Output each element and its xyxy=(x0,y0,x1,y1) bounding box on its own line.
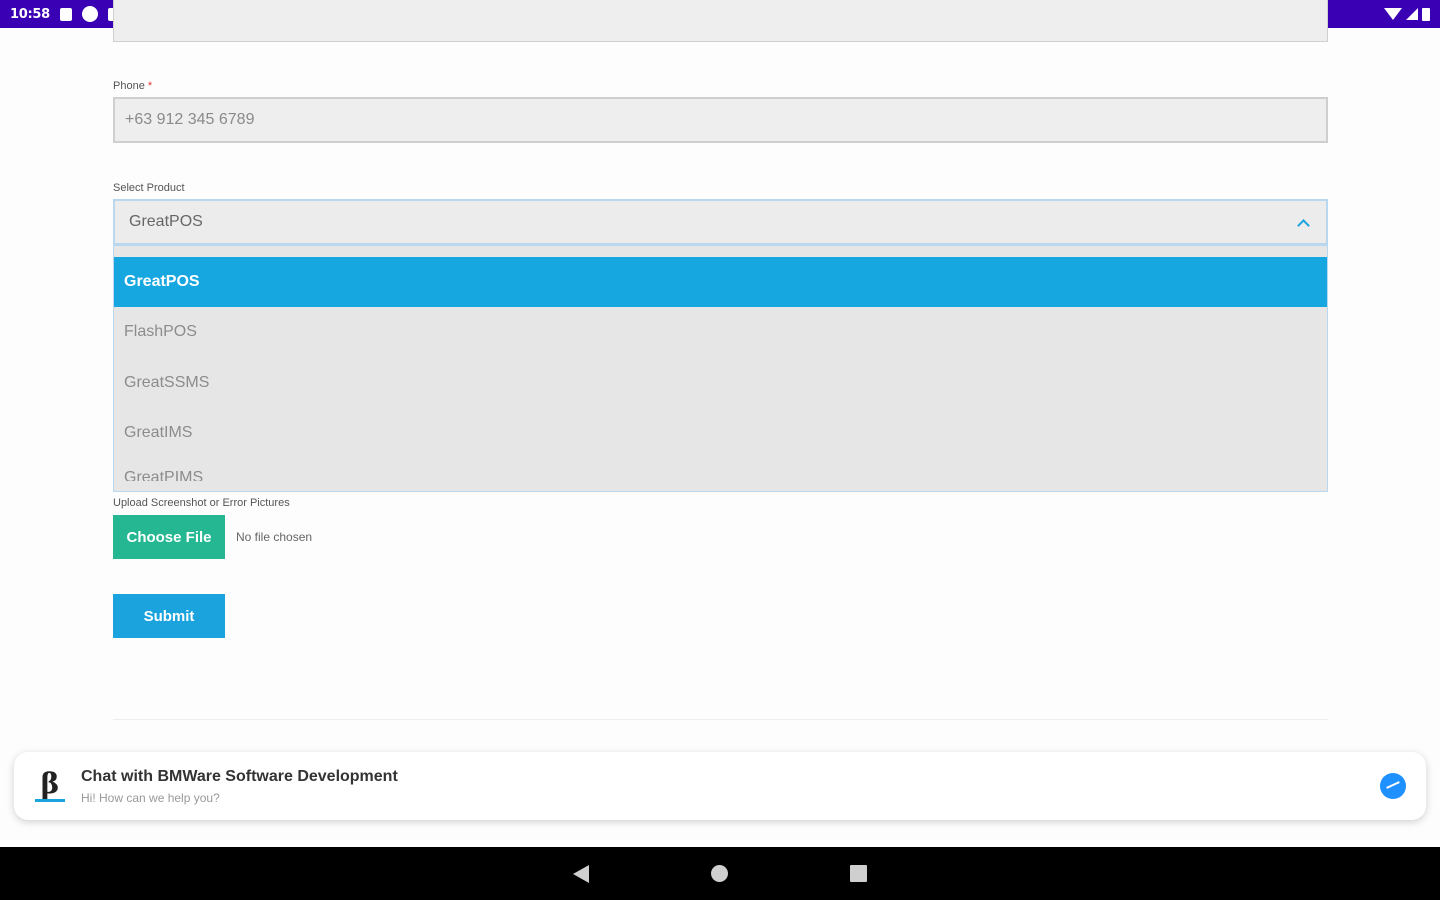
chat-text: Chat with BMWare Software Development Hi… xyxy=(81,768,398,805)
submit-button[interactable]: Submit xyxy=(113,594,225,638)
chevron-up-icon xyxy=(1297,218,1310,232)
chat-widget[interactable]: β Chat with BMWare Software Development … xyxy=(14,752,1426,820)
chat-subtitle: Hi! How can we help you? xyxy=(81,790,220,805)
chat-title: Chat with BMWare Software Development xyxy=(81,767,398,785)
product-label: Select Product xyxy=(113,182,185,194)
messenger-icon[interactable] xyxy=(1380,773,1406,799)
navigation-bar xyxy=(0,847,1440,900)
product-option[interactable]: GreatSSMS xyxy=(114,358,1327,409)
signal-icon xyxy=(1406,8,1418,20)
logo-underline xyxy=(35,799,65,802)
home-icon[interactable] xyxy=(711,865,728,882)
product-dropdown-list[interactable]: GreatPOS FlashPOS GreatSSMS GreatIMS Gre… xyxy=(113,245,1328,492)
product-option[interactable]: GreatPOS xyxy=(114,257,1327,307)
battery-icon xyxy=(1422,7,1430,21)
file-status: No file chosen xyxy=(236,530,313,544)
divider xyxy=(113,719,1328,720)
phone-label-text: Phone xyxy=(113,80,145,92)
logo-glyph: β xyxy=(40,767,60,800)
status-right-icons xyxy=(1384,7,1430,21)
status-time: 10:58 xyxy=(10,6,50,22)
product-select[interactable]: GreatPOS xyxy=(113,199,1328,245)
choose-file-button[interactable]: Choose File xyxy=(113,515,225,559)
company-logo: β xyxy=(32,766,68,806)
back-icon[interactable] xyxy=(573,864,589,883)
recent-apps-icon[interactable] xyxy=(850,865,867,882)
previous-input-field[interactable] xyxy=(113,0,1328,42)
phone-label: Phone * xyxy=(113,80,152,92)
product-option[interactable]: FlashPOS xyxy=(114,307,1327,358)
product-select-value: GreatPOS xyxy=(129,213,203,230)
phone-input[interactable] xyxy=(113,97,1328,143)
upload-label: Upload Screenshot or Error Pictures xyxy=(113,497,290,509)
pinterest-icon xyxy=(81,6,98,22)
required-mark: * xyxy=(147,80,153,92)
product-option[interactable]: GreatIMS xyxy=(114,408,1327,459)
notification-icon xyxy=(59,7,72,21)
wifi-icon xyxy=(1384,8,1402,20)
product-option[interactable]: GreatPIMS xyxy=(114,459,1327,481)
